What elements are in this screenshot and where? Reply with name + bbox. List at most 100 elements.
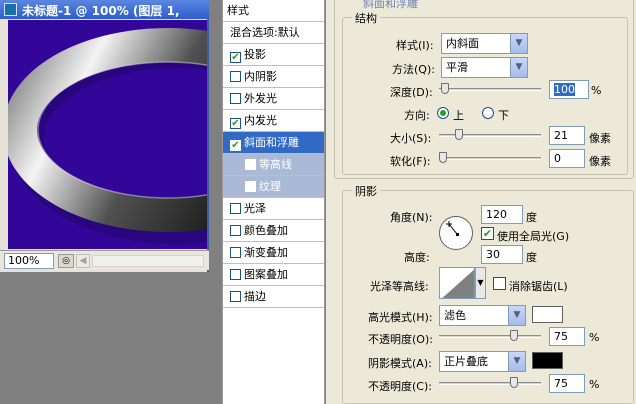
anti-aliased-checkbox[interactable] xyxy=(493,277,506,290)
style-list-item-label: 混合选项:默认 xyxy=(230,26,300,39)
style-list-item[interactable]: 内阴影 xyxy=(223,66,324,88)
bevel-emboss-panel: 斜面和浮雕 结构 样式(I): 内斜面 ▼ 方法(Q): 平滑 ▼ 深度(D):… xyxy=(326,0,636,404)
chevron-down-icon: ▼ xyxy=(508,352,525,371)
checkmark-checkbox-icon[interactable]: ✔ xyxy=(230,52,241,63)
shadow-mode-select[interactable]: 正片叠底 ▼ xyxy=(439,351,526,372)
altitude-input[interactable]: 30 xyxy=(481,245,523,264)
checkbox-icon[interactable] xyxy=(230,247,241,258)
shadow-opacity-slider-thumb[interactable] xyxy=(509,377,518,388)
style-list-item[interactable]: 光泽 xyxy=(223,198,324,220)
style-list-item-label: 内阴影 xyxy=(244,70,277,83)
style-list-item: 样式 xyxy=(223,0,324,22)
shadow-opacity-label: 不透明度(C): xyxy=(368,380,432,393)
angle-unit: 度 xyxy=(526,211,537,224)
chevron-down-icon: ▼ xyxy=(510,58,527,77)
direction-down-radio[interactable] xyxy=(482,107,494,119)
size-label: 大小(S): xyxy=(390,132,432,145)
shadow-opacity-slider-track[interactable] xyxy=(439,382,541,385)
global-light-checkbox[interactable]: ✔ xyxy=(481,227,494,240)
checkbox-icon[interactable] xyxy=(245,159,256,170)
document-title: 未标题-1 @ 100% (图层 1, xyxy=(22,4,180,18)
angle-input[interactable]: 120 xyxy=(481,205,523,224)
size-input[interactable]: 21 xyxy=(549,126,585,145)
shadow-opacity-unit: % xyxy=(589,378,600,391)
soften-unit: 像素 xyxy=(589,155,611,168)
contour-dropdown-arrow-icon[interactable]: ▼ xyxy=(475,267,486,299)
checkbox-icon[interactable] xyxy=(230,225,241,236)
depth-input[interactable]: 100 xyxy=(549,80,589,99)
style-list-item[interactable]: 渐变叠加 xyxy=(223,242,324,264)
style-list-item[interactable]: 纹理 xyxy=(223,176,324,198)
photoshop-document-icon xyxy=(4,3,17,16)
style-label: 样式(I): xyxy=(396,39,434,52)
global-light-label: 使用全局光(G) xyxy=(497,230,570,243)
direction-up-label: 上 xyxy=(453,109,464,122)
size-slider-thumb[interactable] xyxy=(454,129,463,140)
style-list-item[interactable]: 图案叠加 xyxy=(223,264,324,286)
style-list-item-label: 颜色叠加 xyxy=(244,224,288,237)
soften-label: 软化(F): xyxy=(390,155,431,168)
highlight-opacity-input[interactable]: 75 xyxy=(549,327,585,346)
checkbox-icon[interactable] xyxy=(230,291,241,302)
style-list-item-label: 投影 xyxy=(244,48,266,61)
altitude-label: 高度: xyxy=(404,251,430,264)
style-list-item[interactable]: ✔ 投影 xyxy=(223,44,324,66)
style-list-item[interactable]: ✔ 内发光 xyxy=(223,110,324,132)
structure-title: 结构 xyxy=(352,10,380,26)
altitude-unit: 度 xyxy=(526,251,537,264)
checkbox-icon[interactable] xyxy=(230,93,241,104)
layer-style-list: 样式 混合选项:默认 ✔ 投影 内阴影 外发光 ✔ 内发光 ✔ 斜面和浮雕 等高线 纹理 光泽 颜色叠加渐… xyxy=(222,0,325,404)
soften-slider-track[interactable] xyxy=(439,157,541,160)
soften-slider-thumb[interactable] xyxy=(439,152,447,163)
highlight-mode-select[interactable]: 滤色 ▼ xyxy=(439,305,526,326)
document-canvas[interactable] xyxy=(8,20,207,249)
angle-dial-indicator xyxy=(446,221,459,236)
checkmark-checkbox-icon[interactable]: ✔ xyxy=(230,140,241,151)
shadow-opacity-input[interactable]: 75 xyxy=(549,374,585,393)
highlight-opacity-slider-thumb[interactable] xyxy=(509,330,518,341)
style-list-item[interactable]: ✔ 斜面和浮雕 xyxy=(223,132,324,154)
soften-input[interactable]: 0 xyxy=(549,149,585,168)
anti-aliased-label: 消除锯齿(L) xyxy=(509,280,568,293)
shadow-color-swatch[interactable] xyxy=(532,352,563,369)
highlight-opacity-unit: % xyxy=(589,331,600,344)
style-list-item-label: 内发光 xyxy=(244,114,277,127)
gloss-contour-preview[interactable] xyxy=(439,267,475,299)
technique-label: 方法(Q): xyxy=(392,63,435,76)
scroll-left-arrow-icon[interactable]: ◀ xyxy=(76,254,90,268)
document-status-bar: 100% ◎ ◀ xyxy=(0,250,209,270)
depth-slider-thumb[interactable] xyxy=(440,83,449,94)
technique-select[interactable]: 平滑 ▼ xyxy=(441,57,528,78)
horizontal-scrollbar[interactable] xyxy=(92,255,204,267)
highlight-mode-value: 滤色 xyxy=(444,309,466,322)
direction-up-radio[interactable] xyxy=(437,107,449,119)
style-list-item[interactable]: 描边 xyxy=(223,286,324,308)
depth-unit: % xyxy=(591,84,602,97)
zoom-level-field[interactable]: 100% xyxy=(4,253,54,269)
style-list-item-label: 外发光 xyxy=(244,92,277,105)
style-list-item[interactable]: 混合选项:默认 xyxy=(223,22,324,44)
chevron-down-icon: ▼ xyxy=(508,306,525,325)
direction-down-label: 下 xyxy=(498,109,509,122)
depth-value: 100 xyxy=(554,83,575,96)
highlight-mode-label: 高光模式(H): xyxy=(368,311,433,324)
style-list-item[interactable]: 外发光 xyxy=(223,88,324,110)
size-unit: 像素 xyxy=(589,132,611,145)
depth-slider-track[interactable] xyxy=(439,88,541,91)
highlight-opacity-slider-track[interactable] xyxy=(439,335,541,338)
highlight-opacity-label: 不透明度(O): xyxy=(368,333,433,346)
status-menu-button[interactable]: ◎ xyxy=(58,254,74,268)
style-select[interactable]: 内斜面 ▼ xyxy=(441,33,528,54)
checkbox-icon[interactable] xyxy=(230,203,241,214)
document-title-bar[interactable]: 未标题-1 @ 100% (图层 1, xyxy=(0,0,209,19)
depth-label: 深度(D): xyxy=(390,86,433,99)
checkbox-icon[interactable] xyxy=(245,181,256,192)
checkbox-icon[interactable] xyxy=(230,71,241,82)
checkmark-checkbox-icon[interactable]: ✔ xyxy=(230,118,241,129)
angle-dial[interactable] xyxy=(439,216,473,250)
style-list-item[interactable]: 等高线 xyxy=(223,154,324,176)
style-list-item-label: 描边 xyxy=(244,290,266,303)
highlight-color-swatch[interactable] xyxy=(532,306,563,323)
checkbox-icon[interactable] xyxy=(230,269,241,280)
style-list-item[interactable]: 颜色叠加 xyxy=(223,220,324,242)
